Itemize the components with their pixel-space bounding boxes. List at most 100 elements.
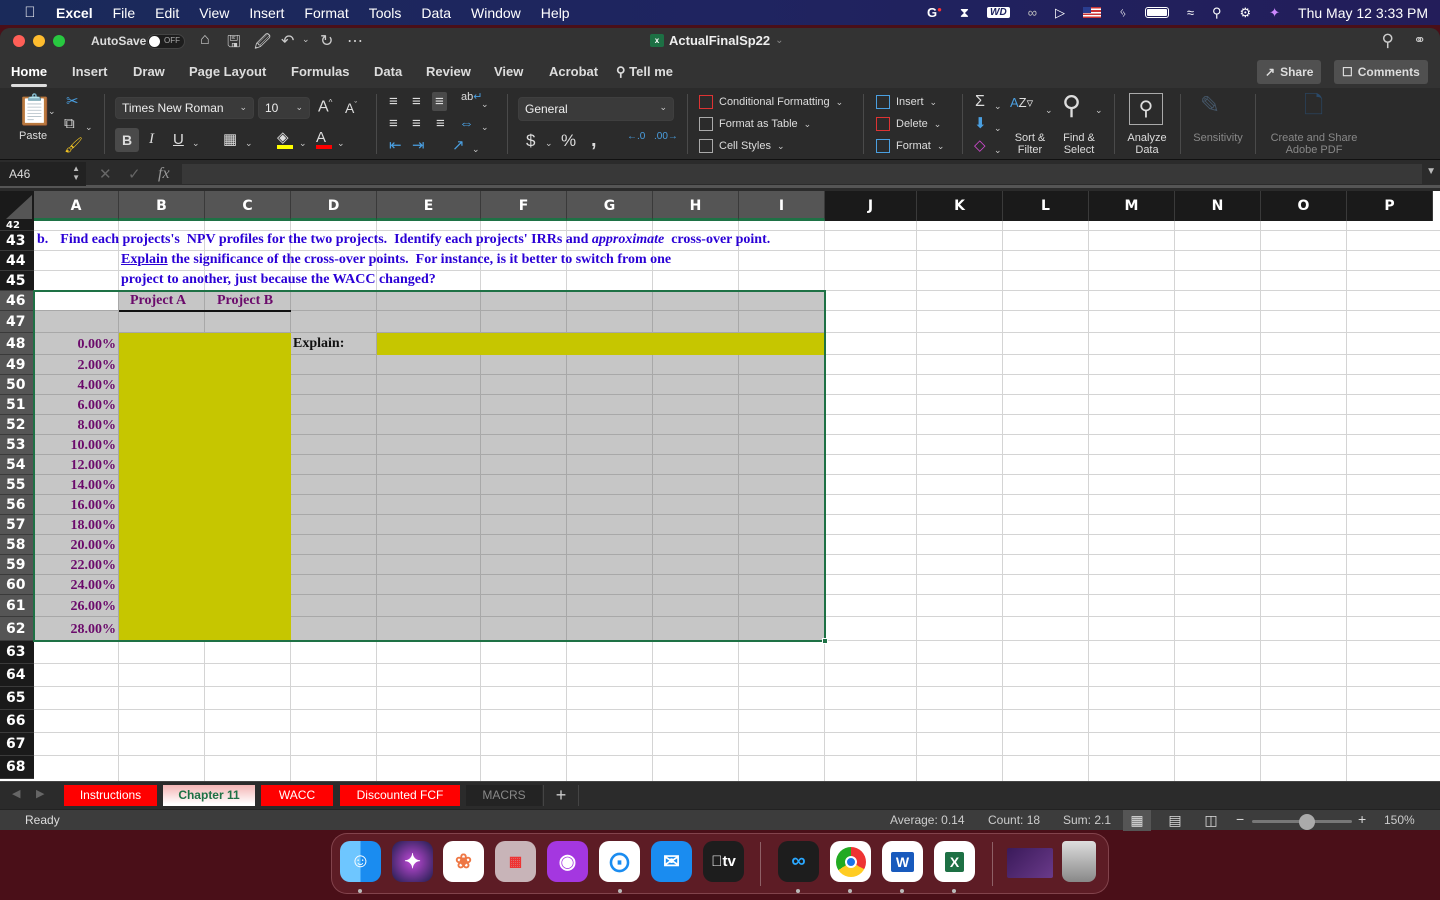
dock-launchpad-icon[interactable]: ▦ [495,841,536,882]
dock-appletv-icon[interactable]: tv [703,841,744,882]
underline-dropdown-icon[interactable]: ⌄ [192,134,200,149]
sheet-tab-wacc[interactable]: WACC [261,785,333,806]
rate-cell[interactable]: 24.00% [34,578,117,594]
column-header-i[interactable]: I [739,191,825,221]
create-share-pdf-label[interactable]: Create and Share Adobe PDF [1266,132,1362,156]
find-select-label[interactable]: Find & Select [1057,132,1101,156]
spotlight-icon[interactable]: ⚲ [1212,5,1222,21]
apple-menu-icon[interactable]:  [20,4,40,21]
menu-window[interactable]: Window [471,5,521,21]
currency-dropdown-icon[interactable]: ⌄ [545,134,553,149]
sheet-tab-chapter-11[interactable]: Chapter 11 [163,785,255,806]
wrap-text-dropdown-icon[interactable]: ⌄ [481,95,489,110]
siri-icon[interactable]: ✦ [1269,5,1280,21]
number-format-dropdown[interactable]: General ⌄ [518,97,674,121]
align-center-icon[interactable]: ≡ [412,116,421,131]
tab-data[interactable]: Data [374,64,402,79]
sheet-tab-macrs[interactable]: MACRS [466,785,542,806]
row-header-64[interactable]: 64 [0,664,34,687]
decrease-font-size-icon[interactable]: Aˇ [345,101,357,115]
rate-cell[interactable]: 6.00% [34,398,117,414]
control-center-icon[interactable]: ⚙ [1239,5,1251,21]
dock-mail-icon[interactable]: ✉ [651,841,692,882]
font-color-dropdown-icon[interactable]: ⌄ [337,134,345,149]
undo-dropdown-icon[interactable]: ⌄ [302,34,310,45]
menu-insert[interactable]: Insert [249,5,284,21]
menu-edit[interactable]: Edit [155,5,179,21]
instruction-row-45[interactable]: project to another, just because the WAC… [121,272,436,288]
rate-cell[interactable]: 28.00% [34,622,117,638]
row-header-65[interactable]: 65 [0,687,34,710]
redo-icon[interactable]: ↻ [320,31,333,51]
tab-insert[interactable]: Insert [72,64,107,79]
zoom-level[interactable]: 150% [1384,813,1415,827]
next-sheet-icon[interactable]: ▶ [36,787,44,800]
row-header-63[interactable]: 63 [0,641,34,664]
sensitivity-label[interactable]: Sensitivity [1188,132,1248,144]
document-title[interactable]: x ActualFinalSp22 ⌄ [650,33,784,48]
column-header-h[interactable]: H [653,191,739,221]
column-header-p[interactable]: P [1347,191,1433,221]
bluetooth-icon[interactable]: ᛃ [1119,5,1127,20]
menu-datetime[interactable]: Thu May 12 3:33 PM [1298,5,1428,21]
rate-cell[interactable]: 22.00% [34,558,117,574]
column-header-l[interactable]: L [1003,191,1089,221]
decrease-decimal-icon[interactable]: .00→ [654,132,678,142]
merge-center-icon[interactable]: ⇔ [459,116,474,131]
close-window-button[interactable] [13,35,25,47]
dock-safari-icon[interactable]: ⨀ [599,841,640,882]
menu-file[interactable]: File [113,5,136,21]
row-header-49[interactable]: 49 [0,355,34,375]
webex-icon[interactable]: ∞ [1028,5,1037,20]
column-header-c[interactable]: C [205,191,291,221]
column-header-f[interactable]: F [481,191,567,221]
home-icon[interactable]: ⌂ [200,31,210,49]
clear-icon[interactable]: ◇ [974,138,986,153]
creative-cloud-icon[interactable]: ⧗ [960,5,969,21]
row-header-42[interactable]: 42 [0,221,34,231]
paste-label[interactable]: Paste [19,130,47,142]
underline-button[interactable]: U [173,132,184,147]
cell-styles-button[interactable]: Cell Styles ⌄ [699,139,785,153]
name-box[interactable]: A46 ▲ ▼ [0,162,86,186]
tab-view[interactable]: View [494,64,523,79]
explain-input-range[interactable] [377,333,825,355]
column-header-e[interactable]: E [377,191,481,221]
autosave-toggle[interactable]: OFF [147,34,185,49]
row-header-47[interactable]: 47 [0,311,34,333]
autosum-icon[interactable]: Σ [975,94,985,110]
align-top-icon[interactable]: ≡ [389,94,398,109]
increase-font-size-icon[interactable]: A^ [318,99,332,115]
battery-icon[interactable] [1144,7,1169,18]
find-dropdown-icon[interactable]: ⌄ [1095,101,1103,116]
instruction-row-43[interactable]: b. Find each projects's NPV profiles for … [37,232,770,248]
row-header-43[interactable]: 43 [0,231,34,251]
dock-recent-window-thumbnail[interactable] [1007,848,1053,878]
find-select-icon[interactable]: ⚲ [1062,92,1081,118]
currency-icon[interactable]: $ [526,132,535,149]
copy-icon[interactable]: ⧉ [64,116,75,131]
insert-function-icon[interactable]: fx [158,165,170,183]
font-name-dropdown[interactable]: Times New Roman ⌄ [115,97,254,119]
expand-formula-bar-icon[interactable]: ▼ [1426,166,1436,177]
sort-dropdown-icon[interactable]: ⌄ [1045,101,1053,116]
row-header-66[interactable]: 66 [0,710,34,733]
analyze-data-icon[interactable]: ⚲ [1129,93,1163,125]
wifi-icon[interactable]: ≈ [1187,5,1194,20]
explain-label[interactable]: Explain: [293,336,344,352]
comments-button[interactable]: ☐ Comments [1334,60,1428,84]
menu-data[interactable]: Data [421,5,451,21]
dock-webex-icon[interactable]: ∞ [778,841,819,882]
status-count[interactable]: Count: 18 [988,813,1040,827]
collaborate-icon[interactable]: ⚭ [1413,31,1426,49]
dock-photos-icon[interactable]: ❀ [443,841,484,882]
fill-handle[interactable] [822,638,828,644]
adobe-pdf-icon[interactable]: 🗋 [1304,94,1323,118]
minimize-window-button[interactable] [33,35,45,47]
row-header-52[interactable]: 52 [0,415,34,435]
rate-cell[interactable]: 0.00% [34,337,117,353]
row-header-59[interactable]: 59 [0,555,34,575]
menu-app-excel[interactable]: Excel [56,5,93,21]
column-header-j[interactable]: J [825,191,917,221]
select-all-button[interactable] [0,191,34,221]
